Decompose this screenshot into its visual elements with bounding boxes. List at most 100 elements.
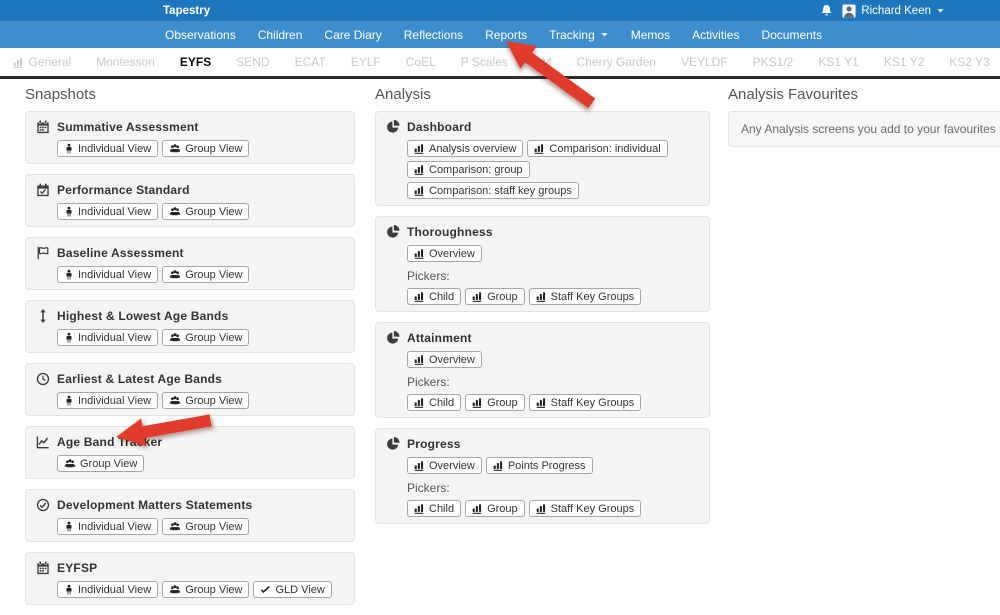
group-view-button[interactable]: Group View — [162, 266, 250, 283]
tab-ks1-y2[interactable]: KS1 Y2 — [871, 55, 936, 69]
picker-staff-key-groups-button[interactable]: Staff Key Groups — [528, 288, 642, 305]
points-progress-button[interactable]: Points Progress — [485, 457, 593, 474]
topbar-right-group: Richard Keen — [820, 4, 945, 18]
bar-chart-icon — [414, 460, 425, 471]
group-view-button[interactable]: Group View — [162, 203, 250, 220]
overview-button[interactable]: Overview — [407, 457, 482, 474]
nav-item-children[interactable]: Children — [247, 21, 314, 48]
card-baseline-assessment: Baseline Assessment Individual View Grou… — [25, 237, 355, 290]
bar-chart-icon — [414, 397, 425, 408]
comparison-group-button[interactable]: Comparison: group — [407, 161, 530, 178]
app-brand: Tapestry — [163, 4, 211, 17]
tab-montessori[interactable]: Montessori — [84, 55, 168, 69]
nav-item-observations[interactable]: Observations — [154, 21, 247, 48]
comparison-individual-button[interactable]: Comparison: individual — [527, 140, 668, 157]
users-icon — [169, 332, 181, 343]
picker-child-button[interactable]: Child — [407, 500, 462, 517]
nav-item-reports[interactable]: Reports — [474, 21, 538, 48]
card-thoroughness: Thoroughness Overview Pickers: Child Gro… — [375, 216, 710, 312]
card-title: Highest & Lowest Age Bands — [57, 309, 229, 323]
card-dashboard: Dashboard Analysis overview Comparison: … — [375, 111, 710, 206]
nav-item-activities[interactable]: Activities — [681, 21, 750, 48]
tab-p-scales[interactable]: P Scales — [448, 55, 520, 69]
notifications-bell-icon[interactable] — [820, 4, 833, 17]
button-label: Group View — [185, 142, 243, 155]
group-view-button[interactable]: Group View — [162, 329, 250, 346]
button-label: Group View — [185, 331, 243, 344]
overview-button[interactable]: Overview — [407, 245, 482, 262]
tab-eyfs[interactable]: EYFS — [167, 55, 223, 69]
tab-veyldf[interactable]: VEYLDF — [668, 55, 740, 69]
individual-view-button[interactable]: Individual View — [57, 392, 159, 409]
nav-item-memos[interactable]: Memos — [620, 21, 681, 48]
nav-item-documents[interactable]: Documents — [750, 21, 833, 48]
button-label: Comparison: individual — [549, 142, 661, 155]
tab-general[interactable]: General — [0, 55, 84, 69]
overview-button[interactable]: Overview — [407, 351, 482, 368]
nav-item-label: Tracking — [549, 27, 595, 42]
bar-chart-icon — [536, 397, 547, 408]
picker-group-button[interactable]: Group — [465, 288, 525, 305]
picker-child-button[interactable]: Child — [407, 288, 462, 305]
picker-group-button[interactable]: Group — [465, 500, 525, 517]
tab-eylf[interactable]: EYLF — [338, 55, 393, 69]
group-view-button[interactable]: Group View — [162, 140, 250, 157]
picker-child-button[interactable]: Child — [407, 394, 462, 411]
individual-view-button[interactable]: Individual View — [57, 266, 159, 283]
bar-chart-icon — [534, 143, 545, 154]
users-icon — [169, 269, 181, 280]
group-view-button[interactable]: Group View — [162, 392, 250, 409]
button-label: Group View — [185, 394, 243, 407]
user-name: Richard Keen — [861, 4, 931, 17]
tab-pks12[interactable]: PKS1/2 — [740, 55, 806, 69]
picker-staff-key-groups-button[interactable]: Staff Key Groups — [528, 500, 642, 517]
button-label: Individual View — [78, 331, 152, 344]
card-title: Earliest & Latest Age Bands — [57, 372, 223, 386]
picker-group-button[interactable]: Group — [465, 394, 525, 411]
individual-view-button[interactable]: Individual View — [57, 581, 159, 598]
group-view-button[interactable]: Group View — [57, 455, 145, 472]
tab-dm[interactable]: DM — [520, 55, 564, 69]
tab-ks1-y1[interactable]: KS1 Y1 — [806, 55, 871, 69]
card-title: Age Band Tracker — [57, 435, 163, 449]
button-label: Child — [429, 396, 455, 409]
nav-item-tracking[interactable]: Tracking — [538, 21, 620, 48]
person-icon — [64, 584, 74, 595]
button-label: Child — [429, 290, 455, 303]
group-view-button[interactable]: Group View — [162, 581, 250, 598]
analysis-overview-button[interactable]: Analysis overview — [407, 140, 524, 157]
analysis-favourites-column: Analysis Favourites Any Analysis screens… — [728, 86, 1000, 147]
pie-chart-icon — [386, 435, 400, 517]
picker-staff-key-groups-button[interactable]: Staff Key Groups — [528, 394, 642, 411]
tab-coel[interactable]: CoEL — [393, 55, 448, 69]
comparison-staff-key-groups-button[interactable]: Comparison: staff key groups — [407, 182, 579, 199]
analysis-column: Analysis Dashboard Analysis overview Com… — [375, 86, 710, 534]
individual-view-button[interactable]: Individual View — [57, 329, 159, 346]
individual-view-button[interactable]: Individual View — [57, 140, 159, 157]
bar-chart-icon — [414, 291, 425, 302]
button-label: Individual View — [78, 394, 152, 407]
nav-item-care-diary[interactable]: Care Diary — [313, 21, 392, 48]
tab-send[interactable]: SEND — [224, 55, 282, 69]
button-label: GLD View — [275, 583, 325, 596]
individual-view-button[interactable]: Individual View — [57, 518, 159, 535]
button-label: Overview — [429, 459, 475, 472]
bar-chart-icon — [472, 397, 483, 408]
arrows-vertical-icon — [36, 307, 50, 346]
pie-chart-icon — [386, 118, 400, 199]
button-label: Staff Key Groups — [550, 290, 635, 303]
person-icon — [64, 332, 74, 343]
tab-ks2-y3[interactable]: KS2 Y3 — [937, 55, 1000, 69]
nav-item-reflections[interactable]: Reflections — [393, 21, 474, 48]
card-title: Development Matters Statements — [57, 498, 253, 512]
person-icon — [64, 143, 74, 154]
tab-ecat[interactable]: ECAT — [282, 55, 338, 69]
tab-cherry-garden[interactable]: Cherry Garden — [564, 55, 668, 69]
analysis-favourites-heading: Analysis Favourites — [728, 86, 859, 103]
user-menu[interactable]: Richard Keen — [842, 4, 945, 18]
caret-down-icon — [936, 6, 945, 15]
group-view-button[interactable]: Group View — [162, 518, 250, 535]
gld-view-button[interactable]: GLD View — [253, 581, 332, 598]
individual-view-button[interactable]: Individual View — [57, 203, 159, 220]
card-eyfsp: EYFSP Individual View Group View GLD Vie… — [25, 552, 355, 605]
